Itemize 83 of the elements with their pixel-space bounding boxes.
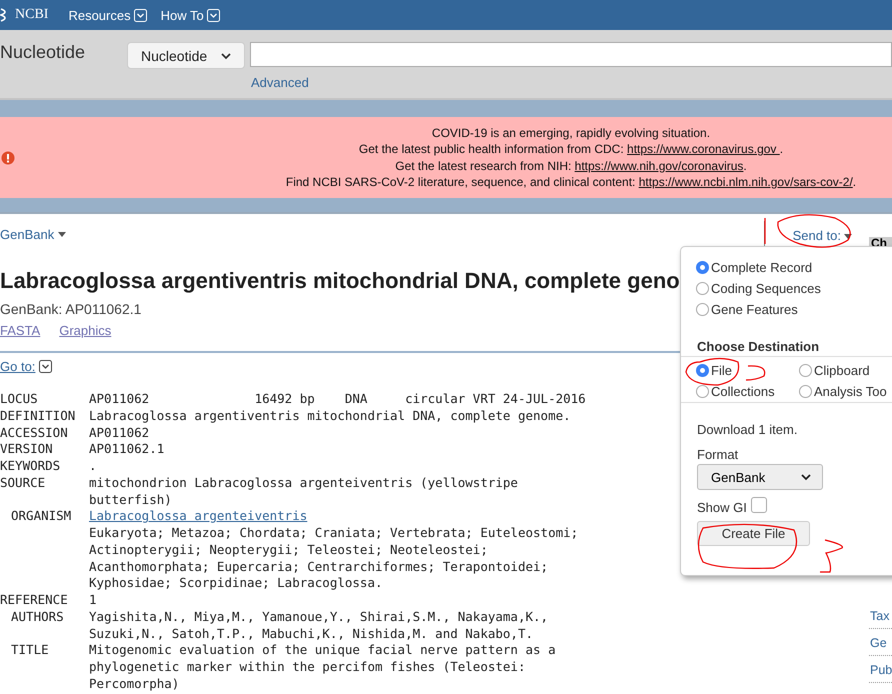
related-link[interactable]: Ge [869, 629, 892, 656]
chevron-icon [220, 52, 232, 60]
go-to-link[interactable]: Go to: [0, 359, 36, 374]
section-heading: Choose Destination [681, 339, 892, 357]
radio-icon[interactable] [799, 385, 812, 398]
field-label: KEYWORDS [0, 458, 62, 475]
field-value: . [89, 458, 97, 475]
download-text: Download 1 item. [697, 422, 798, 437]
database-select[interactable]: Nucleotide [127, 42, 245, 69]
radio-option[interactable]: Coding Sequences [696, 281, 892, 296]
search-field[interactable] [250, 42, 892, 67]
field-label: ACCESSION [0, 424, 69, 442]
field-value: AP011062 [89, 424, 150, 442]
radio-icon[interactable] [696, 364, 709, 377]
field-value: AP011062.1 [89, 441, 164, 458]
field-label: TITLE [10, 642, 50, 660]
record-link[interactable]: Graphics [59, 323, 112, 338]
alert-link[interactable]: https://www.nih.gov/coronavirus [574, 158, 744, 172]
radio-icon[interactable] [696, 385, 709, 398]
field-value: Actinopterygii; Neopterygii; Teleostei; Neoteleostei; [89, 542, 488, 558]
radio-icon[interactable] [696, 282, 709, 295]
field-value: Kyphosidae; Scorpidinae; Labracoglossa. [89, 575, 382, 592]
related-link[interactable]: Tax [869, 602, 892, 629]
chevron-icon[interactable] [39, 360, 52, 373]
alert-text: COVID-19 is an emerging, rapidly evolving situation. [432, 124, 710, 141]
database-title: Nucleotide [0, 42, 86, 63]
radio-option[interactable]: Clipboard [799, 363, 892, 378]
scribble-mark [764, 218, 766, 244]
warning-icon [1, 151, 15, 165]
field-value: butterfish) [89, 492, 172, 508]
alert-text: Find NCBI SARS-CoV-2 literature, sequence, and clinical content: https://www.ncbi.nlm.nih.gov/sars-cov-2/. [286, 174, 856, 190]
field-value: Suzuki,N., Satoh,T.P., Mabuchi,K., Nishida,M. and Nakabo,T. [89, 626, 534, 642]
menu-button[interactable]: How To [160, 8, 220, 22]
alert-link[interactable]: https://www.coronavirus.gov [627, 142, 780, 156]
caret-icon [58, 232, 66, 236]
field-value: mitochondrion Labracoglossa argenteiventris (yellowstripe [89, 474, 518, 492]
field-value: Yagishita,N., Miya,M., Yamanoue,Y., Shirai,S.M., Nakayama,K., [89, 608, 548, 626]
radio-option[interactable]: Analysis Too [799, 384, 892, 399]
scribble-mark [820, 539, 843, 573]
alert-text: Get the latest research from NIH: https://www.nih.gov/coronavirus. [395, 158, 747, 174]
field-value: Percomorpha) [89, 676, 180, 692]
radio-icon[interactable] [799, 364, 812, 377]
send-to-menu[interactable]: Send to: [792, 229, 852, 243]
create-file-button[interactable]: Create File [697, 521, 810, 546]
related-link[interactable]: Pub [869, 656, 892, 683]
alert-text: Get the latest public health information from CDC: https://www.coronavirus.gov . [358, 141, 784, 158]
field-label: ORGANISM [10, 508, 72, 526]
field-label: DEFINITION [0, 408, 76, 424]
scribble-mark [746, 365, 766, 381]
alert-link[interactable]: https://www.ncbi.nlm.nih.gov/sars-cov-2/ [638, 175, 853, 189]
record-title: Labracoglossa argentiventris mitochondrial DNA, complete geno [0, 268, 680, 294]
advanced-link[interactable]: Advanced [251, 75, 892, 90]
radio-option[interactable]: File [696, 363, 799, 378]
checkbox[interactable] [750, 496, 767, 512]
field-label: VERSION [0, 441, 54, 458]
radio-option[interactable]: Complete Record [696, 260, 892, 275]
field-value: Eukaryota; Metazoa; Chordata; Craniata; Vertebrata; Euteleostomi; [89, 525, 578, 542]
field-label: AUTHORS [10, 608, 65, 626]
radio-icon[interactable] [696, 303, 709, 316]
field-value: Mitogenomic evaluation of the unique facial nerve pattern as a [89, 642, 556, 659]
caret-icon [844, 234, 852, 238]
field-value: Acanthomorphata; Eupercaria; Centrarchiformes; Terapontoidei; [89, 558, 548, 576]
format-label: Format [697, 447, 738, 462]
field-value: phylogenetic marker within the percifom fishes (Teleostei: [89, 659, 526, 676]
field-value: Labracoglossa argentiventris mitochondrial DNA, complete genome. [89, 408, 571, 424]
accession-text: GenBank: AP011062.1 [0, 301, 142, 317]
organism-link[interactable]: Labracoglossa argenteiventris [89, 508, 308, 525]
field-label: REFERENCE [0, 592, 69, 609]
field-label: LOCUS [0, 391, 39, 408]
radio-icon[interactable] [696, 261, 709, 274]
scribble-mark [685, 358, 740, 386]
radio-option[interactable]: Gene Features [696, 302, 892, 317]
field-label: SOURCE [0, 474, 46, 492]
ncbi-logo[interactable]: NCBI [0, 7, 54, 23]
radio-option[interactable]: Collections [696, 384, 799, 399]
menu-button[interactable]: Resources [68, 8, 147, 22]
record-link[interactable]: FASTA [0, 323, 40, 338]
chevron-icon [800, 473, 812, 481]
show-gi-label: Show GI [697, 500, 747, 515]
field-value: 1 [89, 592, 97, 609]
format-select[interactable]: GenBank [697, 464, 823, 490]
format-menu[interactable]: GenBank [0, 226, 66, 242]
field-value: AP011062 16492 bp DNA circular VRT 24-JUL-2016 [89, 391, 586, 408]
